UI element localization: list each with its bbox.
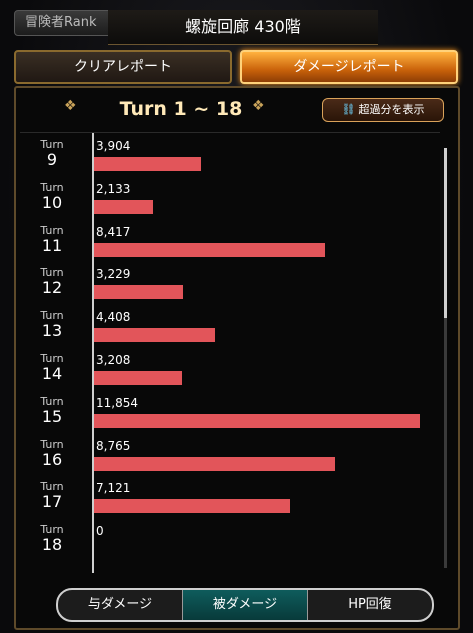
bar-value-label: 3,229 bbox=[96, 267, 131, 282]
scrollbar[interactable] bbox=[444, 148, 447, 568]
turn-number: 10 bbox=[41, 192, 63, 212]
turn-label: Turn 13 bbox=[32, 310, 72, 340]
link-icon: ⛓ bbox=[341, 103, 356, 116]
ornament-right-icon: ❖ bbox=[252, 98, 265, 114]
tab-hp-recovery[interactable]: HP回復 bbox=[308, 590, 432, 620]
turn-number: 18 bbox=[41, 535, 63, 555]
damage-bar bbox=[94, 499, 290, 514]
damage-bar bbox=[94, 285, 183, 300]
bar-value-label: 8,765 bbox=[96, 438, 131, 453]
chart-row: Turn 16 8,765 bbox=[20, 437, 440, 482]
damage-bar bbox=[94, 413, 420, 428]
turn-word: Turn bbox=[40, 180, 64, 194]
tab-clear-report[interactable]: クリアレポート bbox=[14, 50, 232, 84]
turn-label: Turn 12 bbox=[32, 267, 72, 297]
damage-bar bbox=[94, 456, 336, 471]
turn-range-label: Turn 1 ~ 18 bbox=[119, 98, 243, 120]
report-panel: ❖ Turn 1 ~ 18 ❖ ⛓ 超過分を表示 Turn 9 3,904 Turn 10… bbox=[14, 86, 460, 630]
damage-type-tabs: 与ダメージ 被ダメージ HP回復 bbox=[56, 588, 434, 622]
chart-row: Turn 18 0 bbox=[20, 524, 440, 567]
tab-dealt-damage[interactable]: 与ダメージ bbox=[58, 590, 182, 620]
turn-number: 16 bbox=[41, 449, 63, 469]
turn-label: Turn 9 bbox=[32, 139, 72, 169]
bar-value-label: 4,408 bbox=[96, 310, 131, 325]
bar-value-label: 11,854 bbox=[96, 395, 138, 410]
turn-number: 11 bbox=[41, 235, 63, 255]
chart-row: Turn 11 8,417 bbox=[20, 223, 440, 268]
turn-number: 15 bbox=[41, 406, 63, 426]
bar-value-label: 3,904 bbox=[96, 139, 131, 153]
bar-value-label: 7,121 bbox=[96, 481, 131, 496]
turn-label: Turn 18 bbox=[32, 524, 72, 554]
show-overflow-button[interactable]: ⛓ 超過分を表示 bbox=[322, 98, 444, 122]
bar-value-label: 0 bbox=[96, 524, 104, 539]
ornament-left-icon: ❖ bbox=[64, 98, 77, 114]
damage-bar bbox=[94, 199, 153, 214]
chart-row: Turn 13 4,408 bbox=[20, 310, 440, 353]
turn-label: Turn 16 bbox=[32, 437, 72, 469]
turn-word: Turn bbox=[40, 394, 64, 408]
chart-row: Turn 14 3,208 bbox=[20, 353, 440, 396]
damage-bar bbox=[94, 242, 326, 257]
damage-bar bbox=[94, 328, 216, 343]
turn-label: Turn 17 bbox=[32, 481, 72, 511]
report-tabs: クリアレポート ダメージレポート bbox=[14, 50, 458, 84]
tab-damage-report[interactable]: ダメージレポート bbox=[240, 50, 458, 84]
chart-row: Turn 10 2,133 bbox=[20, 180, 440, 225]
damage-report-dialog: 螺旋回廊 430階 クリアレポート ダメージレポート ❖ Turn 1 ~ 18… bbox=[8, 8, 464, 630]
chart-row: Turn 12 3,229 bbox=[20, 267, 440, 310]
dialog-title: 螺旋回廊 430階 bbox=[108, 10, 378, 45]
bar-value-label: 3,208 bbox=[96, 353, 131, 367]
turn-number: 17 bbox=[41, 492, 63, 512]
chart-row: Turn 17 7,121 bbox=[20, 481, 440, 524]
bar-value-label: 8,417 bbox=[96, 224, 131, 239]
turn-label: Turn 15 bbox=[32, 394, 72, 426]
turn-number: 12 bbox=[41, 278, 63, 298]
turn-label: Turn 14 bbox=[32, 353, 72, 383]
damage-bar-chart: Turn 9 3,904 Turn 10 2,133 Turn 11 8,417 Turn 12 3,… bbox=[20, 132, 440, 573]
scroll-thumb[interactable] bbox=[444, 148, 447, 318]
turn-number: 9 bbox=[46, 150, 58, 169]
turn-number: 13 bbox=[41, 321, 63, 341]
turn-label: Turn 10 bbox=[32, 180, 72, 212]
turn-word: Turn bbox=[40, 223, 64, 237]
chart-row: Turn 15 11,854 bbox=[20, 394, 440, 439]
turn-number: 14 bbox=[41, 364, 63, 383]
chart-row: Turn 9 3,904 bbox=[20, 139, 440, 182]
turn-word: Turn bbox=[40, 437, 64, 451]
tab-received-damage[interactable]: 被ダメージ bbox=[182, 590, 308, 620]
bar-value-label: 2,133 bbox=[96, 181, 131, 196]
turn-label: Turn 11 bbox=[32, 223, 72, 255]
turn-header: ❖ Turn 1 ~ 18 ❖ ⛓ 超過分を表示 bbox=[16, 94, 458, 124]
damage-bar bbox=[94, 157, 202, 171]
damage-bar bbox=[94, 371, 183, 385]
